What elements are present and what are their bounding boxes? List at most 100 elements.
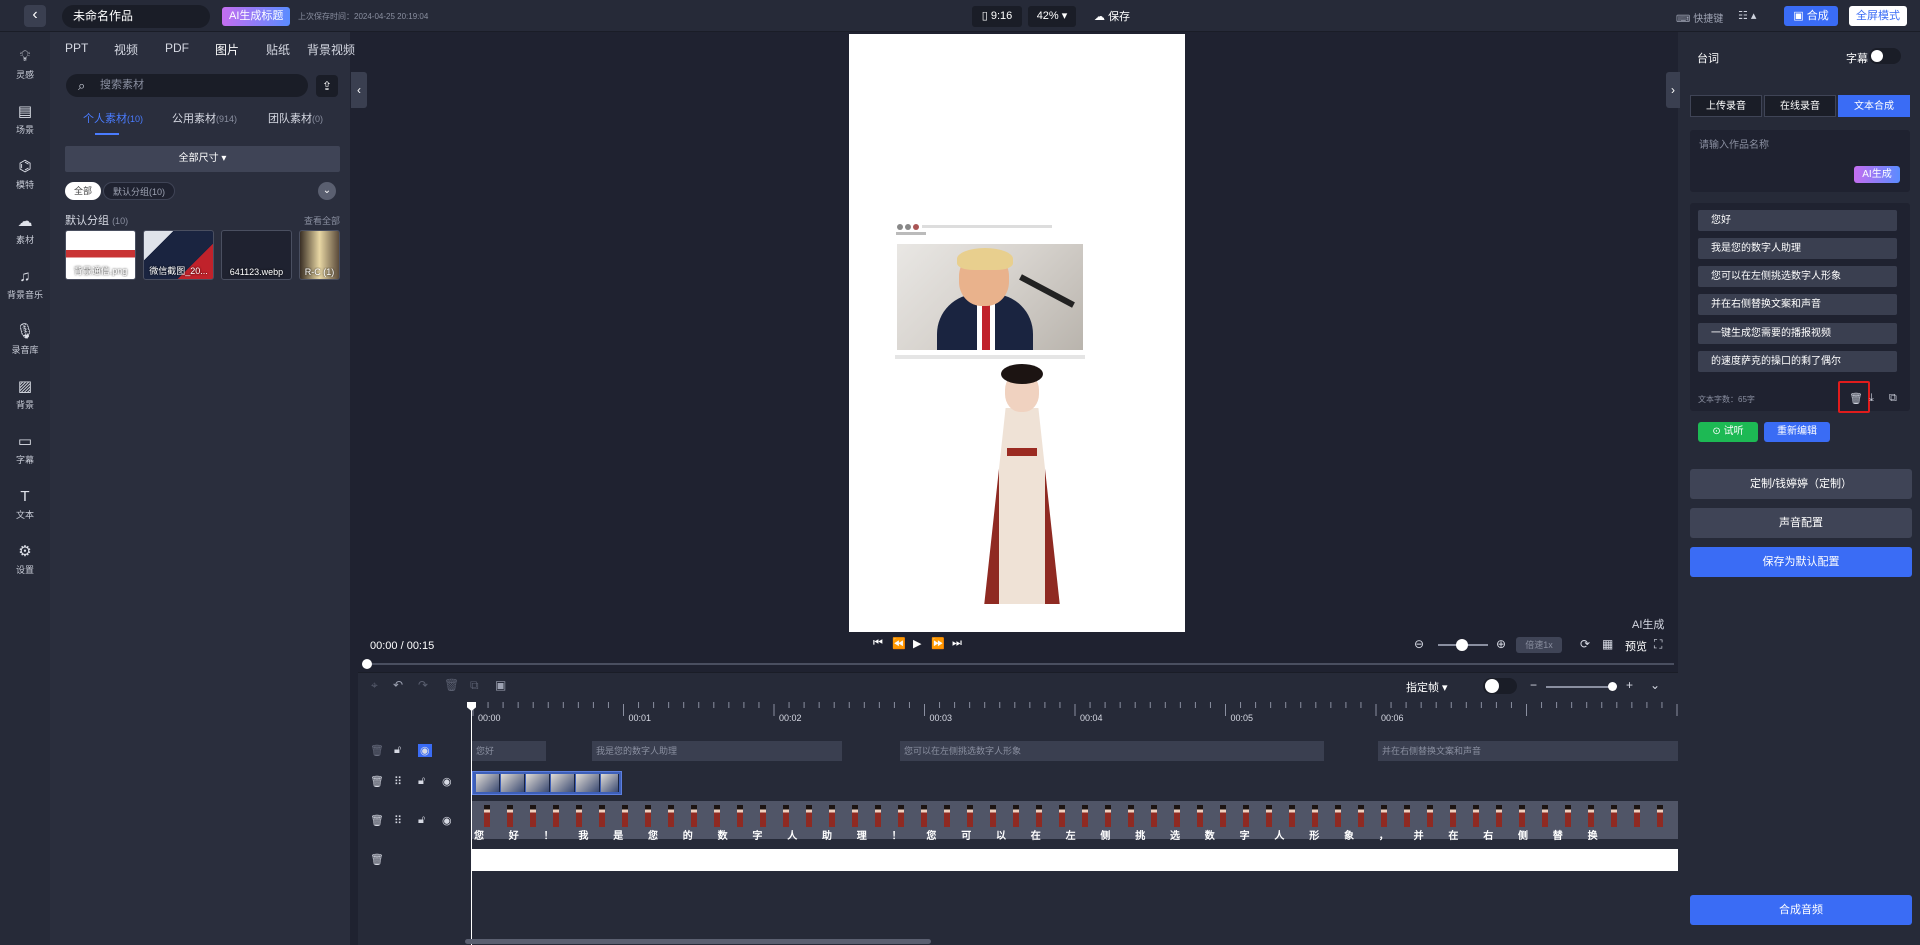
slider-knob[interactable] (1456, 639, 1468, 651)
refresh-icon[interactable]: ⟳ (1580, 637, 1590, 651)
listen-button[interactable]: ⊙ 试听 (1698, 422, 1758, 442)
nav-item-music[interactable]: ♫ 背景音乐 (0, 268, 50, 301)
mode-upload-recording[interactable]: 上传录音 (1690, 95, 1762, 117)
tab-pdf[interactable]: PDF (165, 41, 189, 55)
grid-icon[interactable]: ▦ (1602, 637, 1613, 651)
skip-end-icon[interactable]: ⏭ (952, 637, 962, 650)
trash-icon[interactable]: 🗑︎ (370, 744, 384, 757)
plus-icon[interactable]: + (1626, 678, 1633, 692)
nav-item-settings[interactable]: ⚙ 设置 (0, 543, 50, 576)
screenshot-icon[interactable]: ▣ (495, 678, 506, 692)
chevron-down-icon[interactable]: ⌄ (318, 182, 336, 200)
subtab-public[interactable]: 公用素材(914) (172, 110, 237, 126)
mode-text-synthesis[interactable]: 文本合成 (1838, 95, 1910, 117)
reedit-button[interactable]: 重新编辑 (1764, 422, 1830, 442)
nav-item-scene[interactable]: ▤ 场景 (0, 103, 50, 136)
collapse-right-panel-button[interactable]: › (1666, 72, 1680, 108)
zoom-in-icon[interactable]: ⊕ (1496, 637, 1506, 651)
compose-button[interactable]: ▣ 合成 (1784, 6, 1838, 26)
trash-icon[interactable]: 🗑︎ (370, 814, 384, 827)
size-select[interactable]: 全部尺寸 ▾ (65, 146, 340, 172)
zoom-select[interactable]: 42% ▾ (1028, 6, 1076, 27)
timeline-ruler[interactable] (472, 702, 1678, 724)
trash-icon[interactable]: 🗑︎ (370, 853, 384, 866)
trash-icon[interactable]: 🗑︎ (370, 775, 384, 788)
chip-all[interactable]: 全部 (65, 182, 102, 200)
playback-progress[interactable] (362, 659, 1674, 669)
ai-title-button[interactable]: AI生成标题 (222, 7, 291, 26)
preview-canvas[interactable] (849, 34, 1185, 632)
tab-background-video[interactable]: 背景视频 (307, 41, 355, 58)
tab-sticker[interactable]: 贴纸 (266, 41, 290, 58)
slider-knob[interactable] (1608, 682, 1617, 691)
redo-icon[interactable]: ↷ (418, 678, 428, 692)
speed-button[interactable]: 倍速1x (1516, 637, 1562, 653)
fast-forward-icon[interactable]: ⏩ (931, 637, 945, 650)
search-input[interactable]: ⌕ 搜索素材 (66, 74, 308, 97)
back-button[interactable]: ‹ (24, 5, 46, 27)
progress-knob[interactable] (362, 659, 372, 669)
download-icon[interactable]: ⤓ (1869, 392, 1874, 405)
tab-ppt[interactable]: PPT (65, 41, 88, 55)
subtitle-segment[interactable]: 您好 (472, 741, 546, 761)
nav-item-model[interactable]: ⌬ 模特 (0, 158, 50, 191)
mode-online-recording[interactable]: 在线录音 (1764, 95, 1836, 117)
drag-handle-icon[interactable]: ⠿ (394, 775, 402, 788)
script-line[interactable]: 您可以在左侧挑选数字人形象 (1698, 266, 1897, 287)
keyframe-toggle[interactable] (1483, 678, 1517, 694)
copy-icon[interactable]: ⧉ (470, 678, 479, 693)
nav-item-assets[interactable]: ☁ 素材 (0, 213, 50, 246)
delete-icon[interactable]: 🗑︎ (444, 678, 459, 692)
subtab-personal[interactable]: 个人素材(10) (83, 110, 143, 126)
project-name-field[interactable]: 未命名作品 (62, 5, 210, 28)
audio-track-clip[interactable] (472, 849, 1678, 871)
asset-thumbnail[interactable]: 641123.webp (221, 230, 292, 280)
timeline-zoom-slider[interactable] (1546, 682, 1617, 691)
nav-item-subtitles[interactable]: ▭ 字幕 (0, 433, 50, 466)
play-icon[interactable]: ▶ (913, 637, 921, 650)
copy-icon[interactable]: ⧉ (1889, 392, 1897, 405)
lock-icon[interactable]: 🔓︎ (418, 814, 425, 827)
eye-icon[interactable]: ◉ (442, 775, 452, 788)
save-default-config-button[interactable]: 保存为默认配置 (1690, 547, 1912, 577)
subtitle-segment[interactable]: 我是您的数字人助理 (592, 741, 842, 761)
lock-icon[interactable]: 🔓︎ (418, 775, 425, 788)
preview-button[interactable]: 预览 (1625, 638, 1647, 654)
script-line[interactable]: 的速度萨克的操口的剩了偶尔 (1698, 351, 1897, 372)
undo-icon[interactable]: ↶ (393, 678, 403, 692)
aspect-ratio-button[interactable]: ▯ 9:16 (972, 6, 1022, 27)
collapse-left-panel-button[interactable]: ‹ (351, 72, 367, 108)
trash-icon[interactable]: 🗑︎ (1849, 392, 1863, 405)
preview-zoom-slider[interactable] (1438, 639, 1488, 651)
layout-button[interactable]: ☷ ▴ (1738, 9, 1756, 22)
synthesize-audio-button[interactable]: 合成音频 (1690, 895, 1912, 925)
timeline-scrollbar[interactable] (465, 939, 931, 944)
subtitle-toggle[interactable] (1869, 48, 1901, 64)
asset-thumbnail[interactable]: 背景通信.png (65, 230, 136, 280)
script-line[interactable]: 并在右侧替换文案和声音 (1698, 294, 1897, 315)
subtitle-segment[interactable]: 并在右侧替换文案和声音 (1378, 741, 1678, 761)
tab-video[interactable]: 视频 (114, 41, 138, 58)
nav-item-background[interactable]: ▨ 背景 (0, 378, 50, 411)
asset-thumbnail[interactable]: R-C (1) (299, 230, 340, 280)
nav-item-recordings[interactable]: 🎙︎ 录音库 (0, 323, 50, 356)
upload-button[interactable]: ⇪ (316, 75, 338, 97)
digital-human-avatar[interactable] (967, 364, 1077, 608)
nav-item-text[interactable]: T 文本 (0, 488, 50, 521)
lock-icon[interactable]: 🔓︎ (394, 744, 401, 757)
video-clip[interactable] (472, 771, 622, 795)
skip-start-icon[interactable]: ⏮ (873, 637, 883, 650)
asset-thumbnail[interactable]: 微信截图_20... (143, 230, 214, 280)
ai-generate-button[interactable]: AI生成 (1854, 166, 1900, 183)
eye-icon[interactable]: ◉ (442, 814, 452, 827)
full-mode-button[interactable]: 全屏模式 (1849, 6, 1907, 26)
custom-voice-button[interactable]: 定制/钱婷婷（定制） (1690, 469, 1912, 499)
tab-image[interactable]: 图片 (215, 41, 239, 58)
fullscreen-icon[interactable]: ⛶ (1654, 637, 1662, 652)
voice-config-button[interactable]: 声音配置 (1690, 508, 1912, 538)
split-icon[interactable]: ⌖ (371, 678, 378, 693)
zoom-out-icon[interactable]: ⊖ (1414, 637, 1424, 651)
shortcut-button[interactable]: ⌨ 快捷键 (1676, 10, 1723, 25)
subtab-team[interactable]: 团队素材(0) (268, 110, 323, 126)
collapse-timeline-icon[interactable]: ⌄ (1650, 678, 1660, 692)
